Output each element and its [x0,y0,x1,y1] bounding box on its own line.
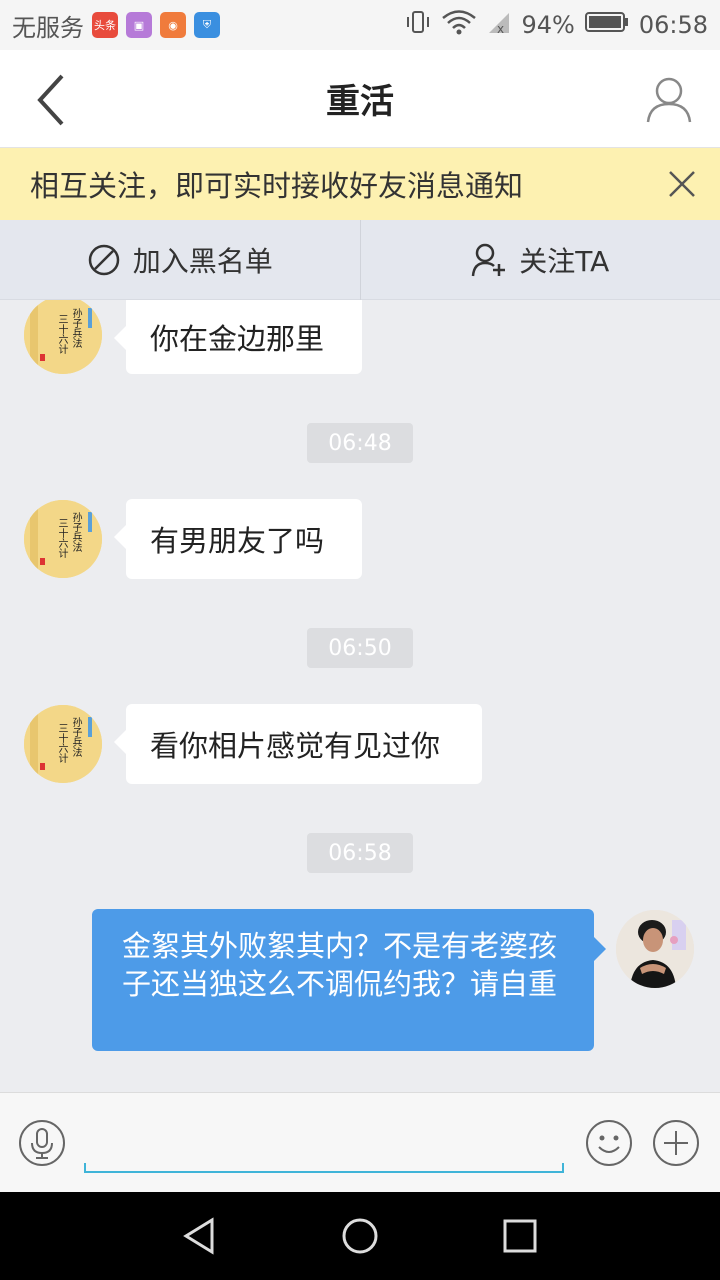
contact-avatar[interactable]: 孙子兵法 三十六计 [24,500,102,578]
block-icon [88,244,119,275]
svg-text:x: x [497,22,504,35]
status-bar: 无服务 头条 ▣ ◉ ⛨ x 94% 06:58 [0,0,720,50]
contact-avatar[interactable]: 孙子兵法 三十六计 [24,705,102,783]
close-icon [669,171,695,197]
close-banner-button[interactable] [666,168,698,200]
timestamp-text: 06:48 [328,430,392,456]
outgoing-message[interactable]: 金絮其外败絮其内？不是有老婆孩子还当独这么不调侃约我？请自重 [92,909,606,1051]
book-title-line2: 三十六计 [56,518,67,558]
add-user-icon [471,243,506,276]
blacklist-label: 加入黑名单 [132,244,273,278]
follow-label: 关注TA [519,244,610,278]
input-bar [0,1092,720,1192]
gallery-app-icon: ▣ [126,12,152,38]
signal-icon: x [487,9,511,41]
timestamp-text: 06:50 [328,635,392,661]
message-text: 金絮其外败絮其内？不是有老婆孩子还当独这么不调侃约我？请自重 [122,929,558,1001]
clock: 06:58 [638,11,708,39]
book-title-line1: 孙子兵法 [70,717,81,757]
voice-input-button[interactable] [18,1119,66,1167]
incoming-message[interactable]: 你在金边那里 [114,300,362,374]
timestamp: 06:48 [307,423,413,463]
incoming-message[interactable]: 有男朋友了吗 [114,499,362,579]
emoji-button[interactable] [585,1119,633,1167]
chat-title: 重活 [326,82,394,122]
action-bar: 加入黑名单 关注TA [0,220,720,300]
book-title-line2: 三十六计 [56,723,67,763]
message-list[interactable]: 孙子兵法 三十六计 你在金边那里 06:48 孙子兵法 三十六计 有男朋友了吗 … [0,300,720,1092]
square-recents-icon [503,1219,537,1253]
message-text: 看你相片感觉有见过你 [150,729,441,763]
timestamp-text: 06:58 [328,840,392,866]
circle-home-icon [342,1218,378,1254]
contact-avatar[interactable]: 孙子兵法 三十六计 [24,300,102,374]
battery-percent: 94% [521,11,575,39]
user-icon [646,77,692,123]
battery-icon [584,10,629,40]
message-text: 你在金边那里 [150,322,325,356]
plus-icon [653,1120,699,1166]
nav-back-button[interactable] [180,1216,220,1256]
vibrate-icon [405,9,431,41]
add-to-blacklist-button[interactable]: 加入黑名单 [0,220,360,299]
timestamp: 06:58 [307,833,413,873]
message-text: 有男朋友了吗 [150,524,325,558]
more-options-button[interactable] [652,1119,700,1167]
chevron-left-icon [37,74,64,126]
system-nav-bar [0,1192,720,1280]
carrier-text: 无服务 [12,13,84,42]
follow-notice-banner: 相互关注，即可实时接收好友消息通知 [0,148,720,220]
shield-app-icon: ⛨ [194,12,220,38]
book-title-line2: 三十六计 [56,314,67,354]
back-button[interactable] [30,72,80,128]
profile-button[interactable] [644,74,694,124]
my-avatar[interactable] [616,910,694,988]
user-photo-icon [616,910,694,988]
message-input[interactable] [84,1123,564,1173]
wifi-icon [441,9,477,41]
banner-text: 相互关注，即可实时接收好友消息通知 [30,169,524,203]
book-title-line1: 孙子兵法 [70,512,81,552]
book-title-line1: 孙子兵法 [70,308,81,348]
chat-header: 重活 [0,50,720,148]
nav-recents-button[interactable] [500,1216,540,1256]
timestamp: 06:50 [307,628,413,668]
triangle-back-icon [183,1217,214,1255]
smiley-icon [586,1120,632,1166]
shop-app-icon: ◉ [160,12,186,38]
follow-button[interactable]: 关注TA [361,220,720,299]
incoming-message[interactable]: 看你相片感觉有见过你 [114,704,482,784]
toutiao-app-icon: 头条 [92,12,118,38]
microphone-icon [19,1120,65,1166]
nav-home-button[interactable] [340,1216,380,1256]
